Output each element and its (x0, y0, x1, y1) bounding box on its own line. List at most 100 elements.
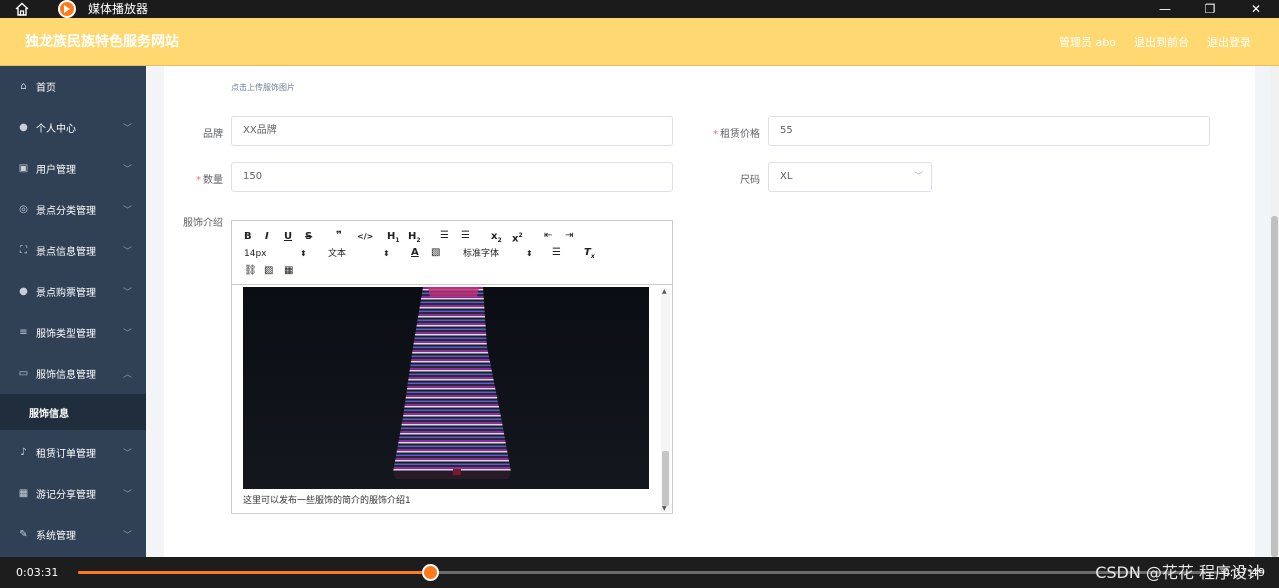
page-scrollbar[interactable] (1270, 66, 1279, 557)
sidebar-item-label: 景点购票管理 (36, 288, 96, 299)
upload-hint[interactable]: 点击上传服饰图片 (231, 82, 295, 93)
list-icon: ≡ (19, 327, 28, 338)
sidebar-item-scenic-info[interactable]: ⛶ 景点信息管理 ﹀ (0, 230, 146, 271)
sidebar-item-profile[interactable]: ● 个人中心 ﹀ (0, 107, 146, 148)
sidebar-subitem-costume-info[interactable]: 服饰信息 (0, 394, 146, 430)
site-header: 独龙族民族特色服务网站 管理员 abo 退出到前台 退出登录 (0, 18, 1279, 66)
sidebar-item-costume-info[interactable]: ▭ 服饰信息管理 ︿ (0, 353, 146, 394)
editor-body[interactable]: 这里可以发布一些服饰的简介的服饰介绍1 ▲ ▼ (232, 286, 672, 513)
editor-scrollbar[interactable]: ▲ ▼ (661, 288, 670, 512)
font-size-select[interactable]: 14px (244, 248, 267, 260)
window-titlebar: 媒体播放器 — ❐ ✕ (0, 0, 1279, 18)
sidebar-item-travel-notes[interactable]: ▦ 游记分享管理 ﹀ (0, 473, 146, 514)
message-icon: ▭ (18, 368, 29, 379)
progress-fill (78, 571, 431, 574)
indent-icon[interactable]: ⇥ (565, 230, 573, 242)
sidebar-item-rental-orders[interactable]: ♪ 租赁订单管理 ﹀ (0, 432, 146, 473)
underline-button[interactable]: U (284, 231, 292, 243)
circle-icon: ◎ (19, 204, 28, 215)
chevron-up-icon: ︿ (122, 370, 132, 380)
font-color-icon[interactable]: A (411, 247, 419, 259)
editor-content-text: 这里可以发布一些服饰的简介的服饰介绍1 (243, 496, 411, 506)
media-player-bar: 0:03:31 0:07:49 CSDN @花花 程序设计 (0, 557, 1279, 588)
bold-button[interactable]: B (244, 231, 252, 243)
sidebar-item-scenic-category[interactable]: ◎ 景点分类管理 ﹀ (0, 189, 146, 230)
font-family-select[interactable]: 标准字体 (463, 248, 499, 260)
scroll-up-icon[interactable]: ▲ (662, 288, 667, 295)
size-label: 尺码 (740, 175, 760, 186)
home-icon[interactable] (14, 1, 30, 17)
user-icon: ● (19, 122, 28, 133)
heading2-button[interactable]: H2 (408, 231, 421, 247)
header-links: 管理员 abo 退出到前台 退出登录 (1059, 18, 1251, 66)
sidebar-subitem-label: 服饰信息 (29, 408, 69, 420)
users-icon: ▣ (18, 163, 29, 174)
video-icon[interactable]: ▦ (284, 265, 293, 277)
sidebar-item-label: 系统管理 (36, 531, 76, 542)
mic-icon: ♪ (20, 447, 27, 458)
size-select[interactable]: XL ﹀ (768, 162, 932, 192)
progress-knob[interactable] (421, 564, 439, 581)
sidebar-item-label: 个人中心 (36, 124, 76, 135)
qty-input[interactable]: 150 (231, 162, 673, 192)
image-icon[interactable]: ▨ (264, 265, 273, 277)
sidebar-item-costume-type[interactable]: ≡ 服饰类型管理 ﹀ (0, 312, 146, 353)
scroll-down-icon[interactable]: ▼ (662, 505, 667, 512)
site-title: 独龙族民族特色服务网站 (25, 34, 179, 50)
logout-link[interactable]: 退出登录 (1207, 34, 1251, 50)
quote-icon[interactable]: ❞ (336, 230, 342, 242)
progress-track[interactable] (78, 571, 1225, 574)
back-to-front-link[interactable]: 退出到前台 (1134, 34, 1189, 50)
intro-label: 服饰介绍 (183, 218, 223, 229)
watermark: CSDN @花花 程序设计 (1095, 563, 1263, 582)
sidebar-item-label: 服饰信息管理 (36, 370, 96, 381)
sidebar-item-system[interactable]: ✎ 系统管理 ﹀ (0, 514, 146, 555)
qty-label: * 数量 (196, 175, 223, 186)
strike-button[interactable]: S (305, 231, 312, 243)
costume-image (243, 287, 649, 489)
sidebar-item-ticket[interactable]: ● 景点购票管理 ﹀ (0, 271, 146, 312)
editor-scrollbar-thumb[interactable] (662, 451, 669, 506)
code-icon[interactable]: </> (357, 231, 373, 243)
minimize-button[interactable]: — (1142, 0, 1188, 18)
align-icon[interactable]: ☰ (552, 247, 561, 259)
sidebar-item-label: 用户管理 (36, 165, 76, 176)
subscript-button[interactable]: x2 (491, 231, 502, 247)
size-select-value: XL (780, 171, 793, 182)
text-type-select[interactable]: 文本 (328, 248, 346, 260)
heading1-button[interactable]: H1 (387, 231, 400, 247)
price-input[interactable]: 55 (768, 116, 1210, 146)
sidebar-item-label: 景点分类管理 (36, 206, 96, 217)
outdent-icon[interactable]: ⇤ (544, 230, 552, 242)
chevron-down-icon: ﹀ (122, 329, 132, 339)
sidebar-item-home[interactable]: ⌂ 首页 (0, 66, 146, 107)
chevron-down-icon: ﹀ (122, 206, 132, 216)
clear-format-icon[interactable]: Tx (584, 247, 595, 263)
sidebar-item-users[interactable]: ▣ 用户管理 ﹀ (0, 148, 146, 189)
chevron-down-icon: ﹀ (122, 247, 132, 257)
sidebar-item-label: 游记分享管理 (36, 490, 96, 501)
page-scrollbar-thumb[interactable] (1271, 216, 1278, 557)
editor-toolbar: B I U S ❞ </> H1 H2 ☰ ☰ x2 x2 ⇤ ⇥ 14px ⬍ (232, 221, 672, 285)
home-icon: ⌂ (20, 81, 27, 92)
restore-button[interactable]: ❐ (1187, 0, 1233, 18)
superscript-button[interactable]: x2 (512, 230, 523, 245)
italic-button[interactable]: I (265, 231, 269, 243)
ordered-list-icon[interactable]: ☰ (440, 230, 449, 242)
background-color-icon[interactable]: ▧ (431, 247, 440, 259)
close-button[interactable]: ✕ (1233, 0, 1279, 18)
current-time: 0:03:31 (16, 566, 59, 579)
brand-input[interactable]: XX品牌 (231, 116, 673, 146)
sidebar-item-label: 首页 (36, 83, 56, 94)
sidebar-item-label: 租赁订单管理 (36, 449, 96, 460)
chevron-down-icon: ﹀ (913, 172, 923, 182)
chevron-updown-icon: ⬍ (383, 249, 390, 258)
location-icon: ● (19, 286, 28, 297)
brand-label: 品牌 (203, 129, 223, 140)
bullet-list-icon[interactable]: ☰ (461, 230, 470, 242)
price-label: * 租赁价格 (713, 129, 760, 140)
rich-text-editor[interactable]: B I U S ❞ </> H1 H2 ☰ ☰ x2 x2 ⇤ ⇥ 14px ⬍ (231, 220, 673, 514)
settings-icon: ✎ (19, 529, 28, 540)
link-icon[interactable]: ⛓ (244, 265, 257, 277)
form-card: 点击上传服饰图片 品牌 XX品牌 * 租赁价格 55 * 数量 150 尺码 XL … (164, 66, 1255, 557)
